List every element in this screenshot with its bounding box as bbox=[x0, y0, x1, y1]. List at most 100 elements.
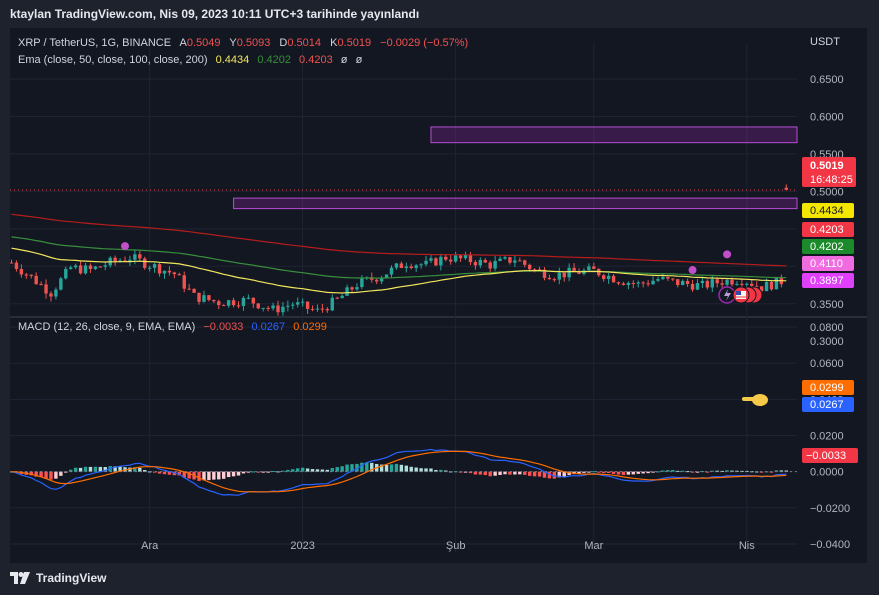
candle-body bbox=[88, 265, 93, 269]
candle-body bbox=[103, 265, 107, 267]
candle-body bbox=[666, 277, 670, 279]
macd-histogram-bar bbox=[384, 464, 389, 472]
macd-histogram-bar bbox=[399, 464, 404, 472]
candle-body bbox=[291, 304, 295, 306]
candle-body bbox=[374, 279, 379, 282]
candle-body bbox=[64, 268, 68, 279]
macd-tick-label: 0.0800 bbox=[810, 322, 844, 334]
candle-body bbox=[73, 265, 78, 268]
candle-body bbox=[493, 260, 497, 269]
macd-histogram-bar bbox=[251, 471, 256, 473]
ema50-badge: 0.4434 bbox=[802, 203, 854, 218]
pointing-hand-icon bbox=[742, 394, 768, 406]
candle-body bbox=[310, 308, 315, 310]
macd-hist-badge: −0.0033 bbox=[802, 448, 858, 463]
candle-body bbox=[646, 283, 650, 285]
macd-histogram-bar bbox=[527, 471, 532, 476]
candle-body bbox=[355, 287, 359, 290]
candle-body bbox=[730, 279, 734, 285]
candle-body bbox=[34, 275, 38, 285]
candle-body bbox=[93, 266, 98, 269]
candle-body bbox=[641, 282, 645, 284]
macd-histogram-bar bbox=[78, 467, 83, 472]
macd-histogram-bar bbox=[256, 471, 260, 473]
ema100-badge: 0.4202 bbox=[802, 239, 854, 254]
macd-legend-label: MACD (12, 26, close, 9, EMA, EMA) bbox=[18, 321, 195, 333]
time-tick-label: Mar bbox=[584, 540, 603, 552]
ema50-line bbox=[11, 247, 787, 294]
candle-body bbox=[157, 264, 162, 274]
candle-body bbox=[360, 278, 364, 288]
macd-histogram-bar bbox=[212, 471, 216, 480]
candle-body bbox=[750, 283, 754, 286]
candle-body bbox=[143, 258, 147, 268]
candle-body bbox=[236, 305, 241, 307]
candle-body bbox=[182, 275, 186, 289]
legend-low: 0.5014 bbox=[287, 37, 321, 49]
publish-header: ktaylan TradingView.com, Nis 09, 2023 10… bbox=[0, 0, 879, 28]
macd-histogram-bar bbox=[611, 471, 616, 474]
ema100-value: 0.4202 bbox=[257, 54, 291, 66]
legend-low-label: D bbox=[279, 37, 287, 49]
macd-histogram-bar bbox=[197, 471, 201, 481]
macd-histogram-bar bbox=[345, 464, 349, 472]
macd-histogram-bar bbox=[419, 468, 423, 472]
candle-body bbox=[133, 254, 137, 260]
macd-signal-badge: 0.0299 bbox=[802, 380, 854, 395]
footer-brand[interactable]: TradingView bbox=[10, 568, 106, 588]
chart-panel[interactable]: 0.65000.60000.55000.50000.45000.40000.35… bbox=[9, 28, 867, 563]
candle-body bbox=[315, 308, 320, 310]
candle-body bbox=[434, 258, 438, 266]
macd-histogram-bar bbox=[231, 471, 236, 477]
candle-body bbox=[152, 264, 157, 268]
candle-body bbox=[192, 288, 196, 293]
candle-body bbox=[335, 297, 339, 299]
candle-body bbox=[671, 278, 675, 280]
time-tick-label: Nis bbox=[739, 540, 755, 552]
cross-marker bbox=[688, 266, 697, 275]
time-tick-label: 2023 bbox=[290, 540, 314, 552]
event-icons[interactable] bbox=[718, 286, 763, 304]
candle-body bbox=[300, 301, 305, 303]
legend-open: 0.5049 bbox=[187, 37, 221, 49]
candle-body bbox=[656, 279, 660, 281]
macd-histogram-bar bbox=[300, 467, 305, 472]
macd-histogram-bar bbox=[217, 471, 221, 480]
candle-body bbox=[207, 295, 211, 300]
brand-name: TradingView bbox=[36, 571, 107, 585]
candle-body bbox=[83, 265, 88, 274]
candle-body bbox=[606, 275, 611, 280]
macd-histogram-bar bbox=[59, 471, 63, 476]
candle-body bbox=[69, 267, 73, 269]
candle-body bbox=[345, 287, 349, 296]
macd-histogram-bar bbox=[389, 464, 394, 472]
chart-svg[interactable]: 0.65000.60000.55000.50000.45000.40000.35… bbox=[9, 28, 867, 563]
candle-body bbox=[740, 283, 744, 285]
macd-histogram-bar bbox=[602, 471, 606, 473]
candle-body bbox=[212, 299, 216, 302]
macd-histogram-bar bbox=[49, 471, 53, 480]
candle-body bbox=[715, 279, 719, 284]
candle-body bbox=[409, 266, 413, 269]
legend-line-1: XRP / TetherUS, 1G, BINANCE A0.5049 Y0.5… bbox=[18, 37, 468, 49]
candle-body bbox=[602, 275, 606, 280]
time-tick-label: Ara bbox=[141, 540, 159, 552]
candle-body bbox=[9, 262, 14, 264]
macd-line-value: 0.0267 bbox=[251, 321, 285, 333]
candle-body bbox=[700, 280, 705, 284]
candle-body bbox=[162, 270, 167, 274]
candle-body bbox=[695, 283, 700, 290]
ema50-value: 0.4434 bbox=[216, 54, 250, 66]
tradingview-logo-icon bbox=[10, 572, 30, 584]
candle-body bbox=[187, 288, 191, 290]
candle-body bbox=[29, 274, 33, 276]
candle-body bbox=[705, 280, 710, 288]
macd-histogram-bar bbox=[222, 471, 226, 479]
candle-body bbox=[44, 284, 48, 294]
macd-histogram-bar bbox=[54, 471, 58, 479]
candle-body bbox=[444, 256, 448, 260]
legend-close: 0.5019 bbox=[337, 37, 371, 49]
macd-histogram-bar bbox=[241, 471, 246, 474]
candle-body bbox=[710, 279, 714, 288]
price-badge: 0.5019 16:48:25 bbox=[802, 157, 856, 187]
